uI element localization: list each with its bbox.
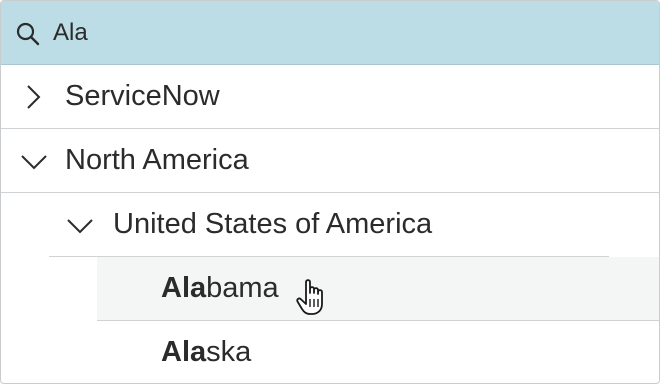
tree-item-servicenow[interactable]: ServiceNow <box>1 65 659 129</box>
chevron-down-icon[interactable] <box>65 210 95 240</box>
tree-picker: ServiceNow North America United States o… <box>0 0 660 384</box>
label-remainder: bama <box>206 272 279 304</box>
tree-item-label: Alabama <box>161 272 279 305</box>
search-icon <box>16 22 40 46</box>
tree-item-label: ServiceNow <box>65 80 220 112</box>
search-bar <box>1 1 659 65</box>
tree-item-alabama[interactable]: Alabama <box>97 257 659 321</box>
tree-item-label: North America <box>65 144 249 176</box>
label-remainder: ska <box>206 336 252 368</box>
match-highlight: Ala <box>161 272 207 304</box>
tree-item-north-america[interactable]: North America <box>1 129 659 193</box>
tree-item-alaska[interactable]: Alaska <box>97 321 659 383</box>
tree-item-label: United States of America <box>113 208 433 240</box>
tree-item-usa[interactable]: United States of America <box>49 193 609 257</box>
match-highlight: Ala <box>161 336 207 368</box>
chevron-right-icon[interactable] <box>19 82 49 112</box>
search-input[interactable] <box>53 13 633 53</box>
chevron-down-icon[interactable] <box>19 146 49 176</box>
tree-item-label: Alaska <box>161 336 251 369</box>
